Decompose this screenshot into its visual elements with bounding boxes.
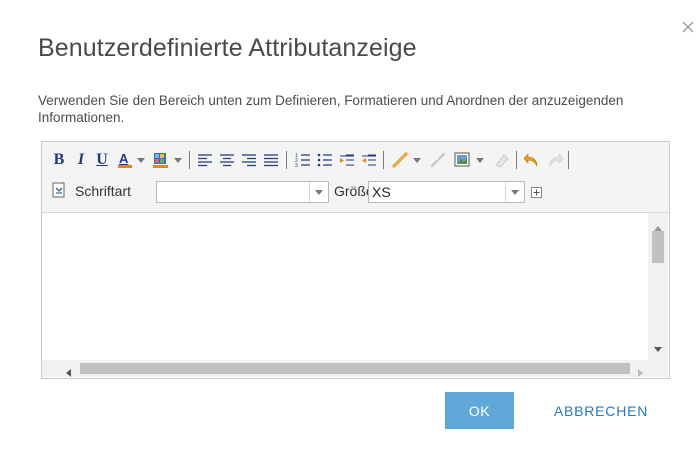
bullet-list-icon[interactable] bbox=[316, 150, 334, 170]
outdent-icon[interactable] bbox=[360, 150, 378, 170]
toolbar-separator bbox=[189, 151, 190, 169]
undo-icon[interactable] bbox=[522, 150, 542, 170]
align-center-icon[interactable] bbox=[218, 150, 236, 170]
chevron-down-icon[interactable] bbox=[309, 182, 328, 202]
rich-text-editor: B I U A 1 2 3 Schriftart Größe XS bbox=[41, 141, 670, 379]
toolbar-separator bbox=[516, 151, 517, 169]
scroll-right-icon[interactable] bbox=[638, 364, 643, 382]
font-size-select[interactable]: XS bbox=[368, 181, 525, 203]
indent-icon[interactable] bbox=[338, 150, 356, 170]
vertical-scroll-thumb[interactable] bbox=[652, 231, 664, 263]
font-color-dropdown-icon[interactable] bbox=[136, 150, 146, 170]
chevron-down-icon[interactable] bbox=[505, 182, 524, 202]
font-family-label: Schriftart bbox=[75, 183, 132, 199]
vertical-scrollbar[interactable] bbox=[648, 213, 668, 360]
align-left-icon[interactable] bbox=[196, 150, 214, 170]
custom-attribute-dialog: Benutzerdefinierte Attributanzeige Verwe… bbox=[0, 0, 699, 461]
highlight-color-icon[interactable] bbox=[151, 150, 171, 170]
svg-text:3: 3 bbox=[295, 163, 298, 168]
scroll-left-icon[interactable] bbox=[66, 364, 71, 382]
bold-button[interactable]: B bbox=[52, 150, 66, 170]
editor-toolbar: B I U A 1 2 3 Schriftart Größe XS bbox=[42, 142, 669, 213]
redo-icon[interactable] bbox=[545, 150, 565, 170]
editor-content-area[interactable] bbox=[43, 214, 649, 356]
insert-image-icon[interactable] bbox=[452, 150, 472, 170]
horizontal-scrollbar[interactable] bbox=[42, 360, 668, 377]
horizontal-scroll-thumb[interactable] bbox=[80, 363, 630, 374]
close-icon[interactable] bbox=[681, 20, 697, 36]
align-right-icon[interactable] bbox=[240, 150, 258, 170]
svg-text:A: A bbox=[119, 151, 129, 166]
eraser-icon[interactable] bbox=[491, 150, 511, 170]
unlink-icon[interactable] bbox=[428, 150, 448, 170]
highlight-color-dropdown-icon[interactable] bbox=[173, 150, 183, 170]
font-size-value: XS bbox=[372, 184, 391, 200]
image-dropdown-icon[interactable] bbox=[475, 150, 485, 170]
cancel-button[interactable]: ABBRECHEN bbox=[537, 392, 665, 429]
link-icon[interactable] bbox=[390, 150, 410, 170]
link-dropdown-icon[interactable] bbox=[412, 150, 422, 170]
expand-icon[interactable] bbox=[529, 182, 543, 202]
toolbar-separator bbox=[568, 151, 569, 169]
font-color-icon[interactable]: A bbox=[116, 150, 134, 170]
ok-button[interactable]: OK bbox=[445, 392, 514, 429]
edit-source-icon[interactable] bbox=[50, 180, 68, 200]
font-family-select[interactable] bbox=[156, 181, 329, 203]
toolbar-separator bbox=[286, 151, 287, 169]
italic-button[interactable]: I bbox=[75, 150, 87, 170]
align-justify-icon[interactable] bbox=[262, 150, 280, 170]
numbered-list-icon[interactable]: 123 bbox=[294, 150, 312, 170]
scroll-down-icon[interactable] bbox=[654, 339, 662, 357]
dialog-description: Verwenden Sie den Bereich unten zum Defi… bbox=[38, 93, 624, 125]
underline-button[interactable]: U bbox=[95, 150, 109, 170]
dialog-title: Benutzerdefinierte Attributanzeige bbox=[38, 34, 417, 62]
toolbar-separator bbox=[383, 151, 384, 169]
